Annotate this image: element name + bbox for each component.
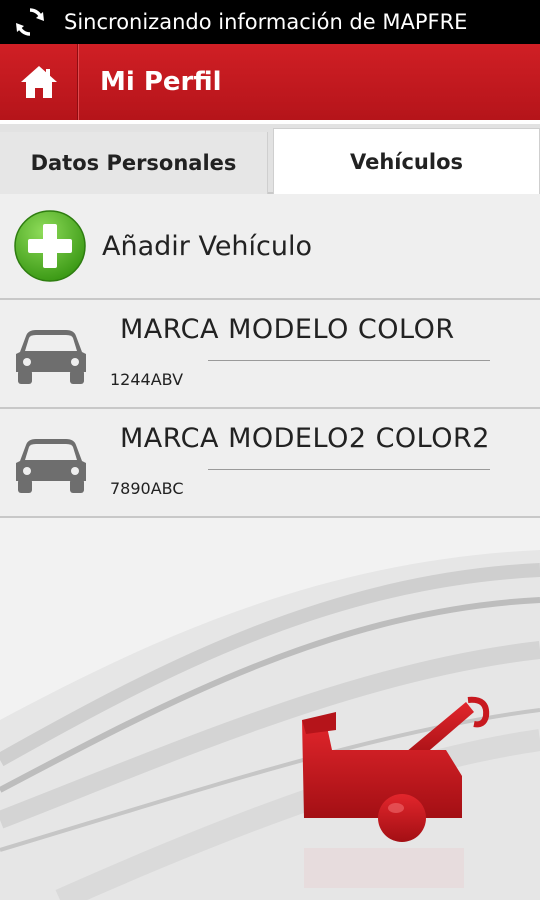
action-bar: Mi Perfil (0, 44, 540, 120)
tab-bar: Datos Personales Vehículos (0, 124, 540, 194)
car-icon (16, 330, 86, 384)
status-bar: Sincronizando información de MAPFRE (0, 0, 540, 44)
home-icon (20, 66, 57, 98)
page-title: Mi Perfil (100, 67, 222, 97)
vehicle-list: Añadir Vehículo MARCA MODELO COLOR 1244A… (0, 194, 540, 518)
vehicle-plate: 1244ABV (110, 370, 184, 389)
plus-circle-icon (14, 210, 86, 282)
home-button[interactable] (0, 44, 78, 120)
divider (208, 360, 490, 361)
tab-datos-personales[interactable]: Datos Personales (0, 132, 268, 194)
status-text: Sincronizando información de MAPFRE (64, 10, 468, 34)
add-vehicle-label: Añadir Vehículo (102, 230, 313, 262)
tow-truck-icon (302, 696, 490, 888)
list-item[interactable]: MARCA MODELO COLOR 1244ABV (0, 300, 540, 409)
car-icon (16, 439, 86, 493)
vehicle-plate: 7890ABC (110, 479, 184, 498)
divider (208, 469, 490, 470)
vehicle-title: MARCA MODELO COLOR (120, 314, 455, 345)
vehicle-title: MARCA MODELO2 COLOR2 (120, 423, 490, 454)
list-item[interactable]: MARCA MODELO2 COLOR2 7890ABC (0, 409, 540, 518)
tab-label: Datos Personales (30, 151, 237, 175)
tab-label: Vehículos (349, 149, 464, 174)
add-vehicle-button[interactable]: Añadir Vehículo (0, 194, 540, 300)
tab-vehiculos[interactable]: Vehículos (273, 128, 540, 194)
sync-icon (16, 8, 44, 36)
